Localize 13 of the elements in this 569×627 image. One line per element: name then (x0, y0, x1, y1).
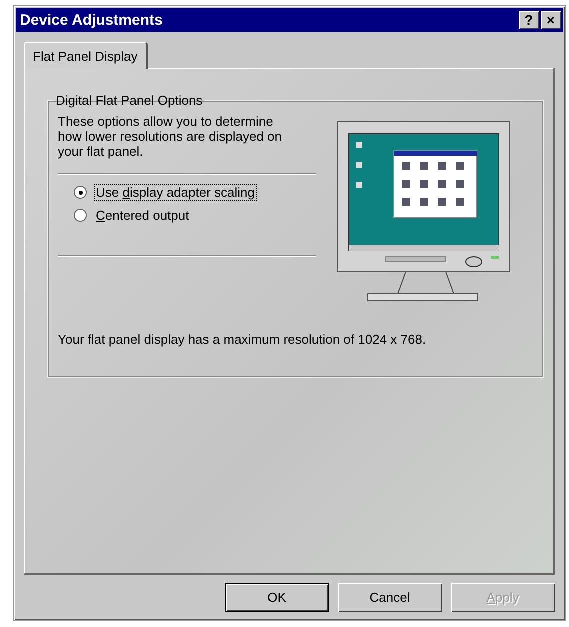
dialog-button[interactable]: Cancel (338, 583, 442, 612)
tab[interactable]: Flat Panel Display (24, 42, 148, 69)
group-title: Digital Flat Panel Options (55, 93, 204, 108)
window-title: Device Adjustments (20, 12, 163, 28)
radio-button[interactable] (74, 186, 87, 199)
radio-label[interactable]: Centered output (95, 208, 190, 223)
help-button[interactable]: ? (519, 10, 539, 28)
dialog-button[interactable]: OK (225, 583, 329, 612)
radio-label[interactable]: Use display adapter scaling (95, 185, 256, 200)
resolution-text: Your flat panel display has a maximum resolution of 1024 x 768. (58, 332, 428, 347)
close-button[interactable]: × (541, 10, 561, 28)
radio-button[interactable] (74, 209, 87, 222)
description-text: These options allow you to determine how lower resolutions are displayed on your flat panel. (58, 114, 284, 159)
